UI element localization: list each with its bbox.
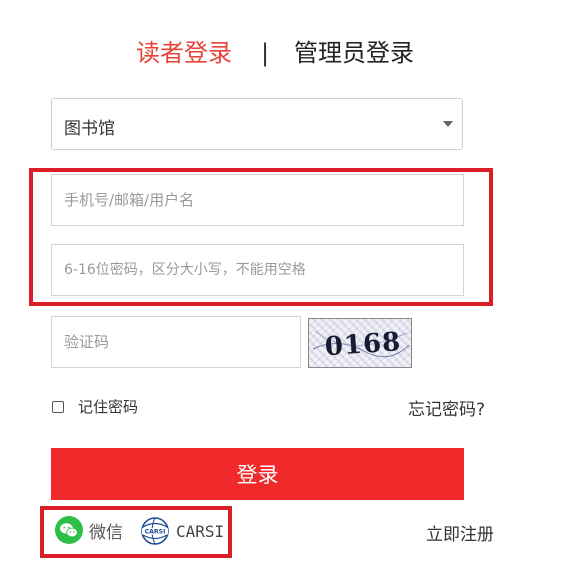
carsi-icon-text: CARSI — [145, 529, 166, 536]
captcha-text: 0168 — [324, 327, 402, 362]
tab-reader-login[interactable]: 读者登录 — [136, 38, 232, 68]
library-select[interactable]: 图书馆 — [51, 98, 463, 150]
remember-password[interactable]: 记住密码 — [52, 396, 138, 417]
wechat-login-button[interactable]: 微信 — [55, 516, 123, 544]
chevron-down-icon — [443, 121, 453, 127]
remember-checkbox[interactable] — [52, 400, 64, 413]
wechat-icon — [55, 516, 83, 544]
carsi-label: CARSI — [176, 521, 225, 541]
carsi-icon: CARSI — [141, 517, 169, 545]
tab-separator: | — [261, 39, 270, 67]
forgot-password-link[interactable]: 忘记密码? — [408, 395, 485, 420]
captcha-input[interactable] — [51, 316, 301, 368]
remember-label: 记住密码 — [78, 398, 139, 416]
password-input[interactable] — [51, 244, 464, 296]
captcha-image[interactable]: 0168 — [308, 318, 412, 368]
login-button[interactable]: 登录 — [51, 448, 464, 500]
carsi-login-button[interactable]: CARSI CARSI — [140, 516, 224, 546]
register-link[interactable]: 立即注册 — [426, 520, 494, 545]
wechat-label: 微信 — [89, 522, 123, 543]
library-select-value: 图书馆 — [64, 119, 115, 139]
tab-admin-login[interactable]: 管理员登录 — [294, 38, 414, 68]
username-input[interactable] — [51, 174, 464, 226]
captcha-graphic: 0168 — [312, 327, 410, 362]
